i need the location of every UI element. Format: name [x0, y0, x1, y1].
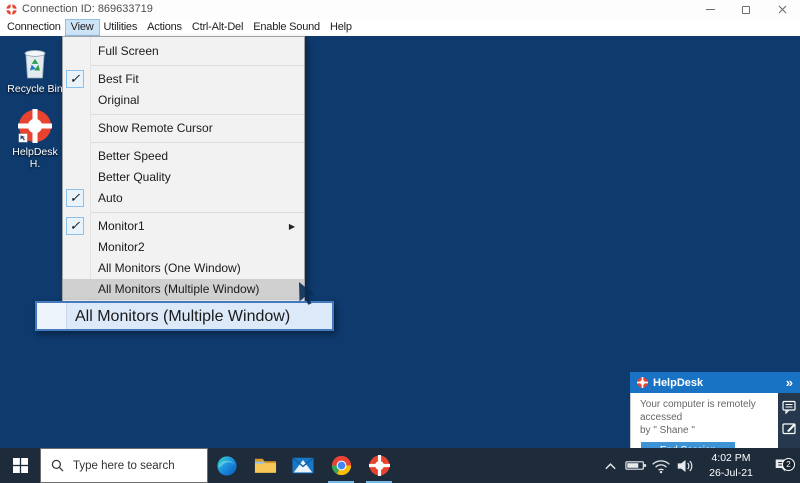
taskbar-edge-button[interactable] [208, 448, 246, 483]
chrome-icon [331, 455, 352, 476]
close-icon [778, 5, 787, 14]
magnifier-tooltip: All Monitors (Multiple Window) [35, 301, 334, 331]
mail-icon [292, 457, 314, 474]
menu-view[interactable]: View [66, 20, 99, 35]
view-dropdown-menu: Full Screen ✓ Best Fit Original Show Rem… [62, 36, 305, 303]
tray-volume-button[interactable] [673, 458, 698, 474]
menu-connection[interactable]: Connection [2, 20, 66, 35]
menu-item-best-fit[interactable]: ✓ Best Fit [63, 69, 304, 90]
taskbar-clock[interactable]: 4:02 PM 26-Jul-21 [702, 451, 760, 479]
menu-item-monitor1[interactable]: ✓ Monitor1 ▶ [63, 216, 304, 237]
desktop-icon-recycle-bin[interactable]: Recycle Bin [6, 46, 64, 95]
menu-item-better-speed[interactable]: Better Speed [63, 146, 304, 167]
menu-item-show-remote-cursor[interactable]: Show Remote Cursor [63, 118, 304, 139]
checkmark-icon: ✓ [66, 70, 84, 88]
menu-item-monitor2[interactable]: Monitor2 [63, 237, 304, 258]
system-tray: 4:02 PM 26-Jul-21 2 [598, 448, 800, 483]
search-placeholder: Type here to search [73, 460, 175, 472]
desktop-icon-helpdesk[interactable]: HelpDesk H. [6, 109, 64, 170]
titlebar: Connection ID: 869633719 [0, 0, 800, 19]
menu-enable-sound[interactable]: Enable Sound [248, 20, 325, 35]
helpdesk-panel-header[interactable]: HelpDesk » [630, 372, 800, 393]
tooltip-text: All Monitors (Multiple Window) [75, 304, 290, 329]
taskbar-file-explorer-button[interactable] [246, 448, 284, 483]
search-icon [51, 459, 64, 472]
helpdesk-panel-title: HelpDesk [653, 377, 703, 389]
menu-help[interactable]: Help [325, 20, 357, 35]
minimize-button[interactable] [692, 0, 728, 19]
chat-icon[interactable] [782, 400, 796, 414]
clock-time: 4:02 PM [702, 451, 760, 465]
notification-badge: 2 [782, 458, 795, 471]
tray-chevron-up-button[interactable] [598, 461, 623, 471]
taskbar-chrome-button[interactable] [322, 448, 360, 483]
tooltip-gutter [37, 303, 67, 329]
menu-item-auto[interactable]: ✓ Auto [63, 188, 304, 209]
helpdesk-app-icon [6, 4, 17, 15]
clock-date: 26-Jul-21 [702, 466, 760, 480]
start-button[interactable] [0, 448, 40, 483]
helpdesk-taskbar-icon [369, 455, 390, 476]
menu-ctrl-alt-del[interactable]: Ctrl-Alt-Del [187, 20, 248, 35]
menubar: Connection View Utilities Actions Ctrl-A… [0, 19, 800, 36]
desktop-icon-label: Recycle Bin [7, 83, 62, 95]
maximize-icon [742, 6, 750, 14]
taskbar: Type here to search [0, 448, 800, 483]
remote-access-message: Your computer is remotely accessed by " … [631, 393, 778, 438]
chevron-up-icon [604, 461, 617, 471]
edge-icon [216, 455, 238, 477]
remote-session-window: Connection ID: 869633719 Connection View… [0, 0, 800, 483]
menu-separator [91, 65, 304, 66]
menu-item-original[interactable]: Original [63, 90, 304, 111]
checkmark-icon: ✓ [66, 217, 84, 235]
helpdesk-panel-body: Your computer is remotely accessed by " … [630, 393, 778, 448]
close-button[interactable] [764, 0, 800, 19]
windows-logo-icon [13, 458, 28, 473]
helpdesk-shortcut-icon [18, 109, 52, 143]
desktop-icon-label: HelpDesk H. [12, 146, 58, 170]
window-title: Connection ID: 869633719 [22, 0, 153, 19]
menu-separator [91, 212, 304, 213]
recycle-bin-icon [20, 46, 50, 80]
mouse-cursor [298, 282, 320, 306]
notification-center-button[interactable]: 2 [764, 457, 800, 474]
file-explorer-icon [254, 456, 277, 475]
menu-utilities[interactable]: Utilities [99, 20, 143, 35]
checkmark-icon: ✓ [66, 189, 84, 207]
tray-battery-button[interactable] [623, 459, 648, 472]
window-controls [692, 0, 800, 19]
menu-actions[interactable]: Actions [142, 20, 187, 35]
collapse-chevron-icon[interactable]: » [786, 375, 793, 390]
menu-item-full-screen[interactable]: Full Screen [63, 41, 304, 62]
helpdesk-side-toolbar [778, 393, 800, 448]
taskbar-mail-button[interactable] [284, 448, 322, 483]
helpdesk-logo-icon [637, 377, 648, 388]
speaker-icon [676, 458, 695, 474]
annotate-icon[interactable] [782, 421, 796, 435]
submenu-arrow-icon: ▶ [289, 216, 295, 237]
taskbar-search-input[interactable]: Type here to search [40, 448, 208, 483]
shortcut-arrow-overlay [19, 134, 28, 143]
battery-icon [625, 459, 647, 472]
maximize-button[interactable] [728, 0, 764, 19]
wifi-icon [651, 458, 671, 474]
menu-item-all-monitors-multiple-window[interactable]: All Monitors (Multiple Window) [63, 279, 304, 300]
menu-item-better-quality[interactable]: Better Quality [63, 167, 304, 188]
minimize-icon [706, 9, 715, 10]
taskbar-helpdesk-button[interactable] [360, 448, 398, 483]
tray-wifi-button[interactable] [648, 458, 673, 474]
menu-separator [91, 114, 304, 115]
menu-item-all-monitors-one-window[interactable]: All Monitors (One Window) [63, 258, 304, 279]
menu-separator [91, 142, 304, 143]
